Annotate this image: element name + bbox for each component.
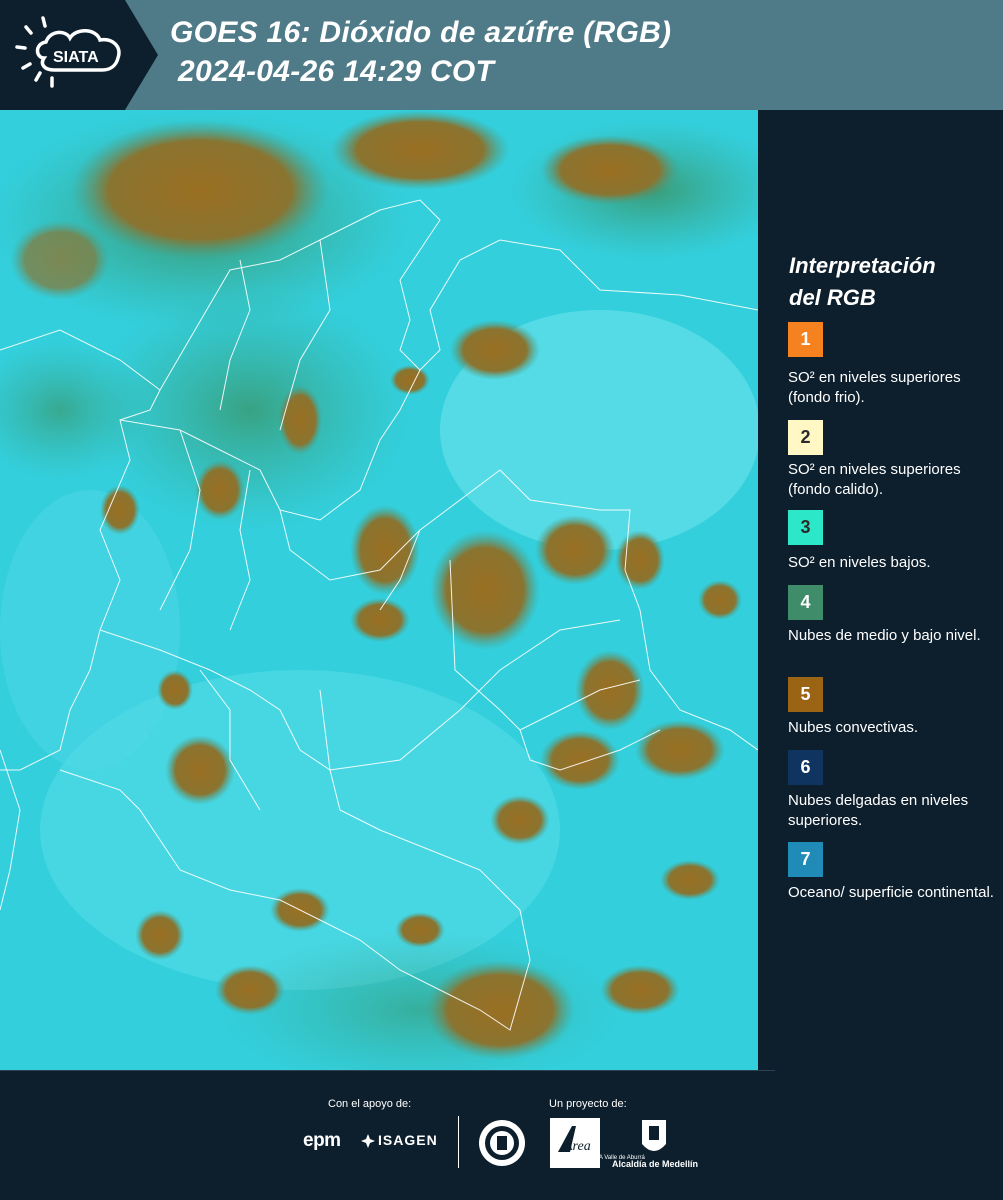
area-logo-text: Área (563, 1137, 591, 1154)
legend-label-2: SO² en niveles superiores (fondo calido)… (788, 461, 961, 498)
legend-label-7: Oceano/ superficie continental. (788, 884, 994, 901)
legend-swatch-5: 5 (788, 677, 823, 712)
header-bar: SIATA GOES 16: Dióxido de azúfre (RGB) 2… (0, 0, 1003, 110)
rgb-legend: Interpretación del RGB 1 SO² en niveles … (758, 110, 1003, 1070)
footer: Con el apoyo de: Un proyecto de: epm ISA… (0, 1070, 1003, 1200)
legend-title-line1: Interpretación (789, 253, 936, 278)
legend-swatch-4: 4 (788, 585, 823, 620)
page-title: GOES 16: Dióxido de azúfre (RGB) (170, 16, 672, 49)
legend-number-4: 4 (800, 592, 811, 612)
legend-swatch-2: 2 (788, 420, 823, 455)
legend-swatch-7: 7 (788, 842, 823, 877)
support-label: Con el apoyo de: (328, 1098, 412, 1110)
footer-divider (0, 1070, 775, 1071)
siata-logo[interactable]: SIATA (0, 0, 158, 110)
legend-number-5: 5 (800, 684, 811, 704)
legend-swatch-6: 6 (788, 750, 823, 785)
legend-number-7: 7 (800, 849, 811, 869)
page-timestamp: 2024-04-26 14:29 COT (178, 55, 495, 88)
legend-title: Interpretación del RGB (789, 250, 989, 314)
isagen-logo[interactable]: ISAGEN (378, 1132, 438, 1148)
alcaldia-shield-icon (642, 1120, 666, 1151)
legend-label-6: Nubes delgadas en niveles superiores. (788, 792, 969, 829)
siata-logo-graphic: SIATA (0, 0, 158, 110)
logo-divider (458, 1116, 459, 1168)
isagen-icon (361, 1134, 375, 1148)
medellin-seal-icon[interactable] (477, 1118, 527, 1168)
legend-swatch-1: 1 (788, 322, 823, 357)
project-label: Un proyecto de: (549, 1098, 627, 1110)
siata-logo-text: SIATA (53, 49, 99, 66)
legend-number-2: 2 (800, 427, 811, 447)
legend-number-6: 6 (800, 757, 811, 777)
legend-number-1: 1 (800, 329, 811, 349)
legend-label-3: SO² en niveles bajos. (788, 554, 931, 571)
epm-logo[interactable]: epm (303, 1130, 341, 1152)
legend-number-3: 3 (800, 517, 811, 537)
legend-label-1: SO² en niveles superiores (fondo frio). (788, 369, 961, 406)
alcaldia-logo-text[interactable]: Alcaldía de Medellín (612, 1159, 698, 1169)
legend-swatch-3: 3 (788, 510, 823, 545)
satellite-rgb-image (0, 110, 758, 1070)
legend-title-line2: del RGB (789, 285, 876, 310)
satellite-map[interactable] (0, 110, 758, 1070)
legend-label-5: Nubes convectivas. (788, 719, 919, 736)
legend-label-4: Nubes de medio y bajo nivel. (788, 627, 981, 644)
